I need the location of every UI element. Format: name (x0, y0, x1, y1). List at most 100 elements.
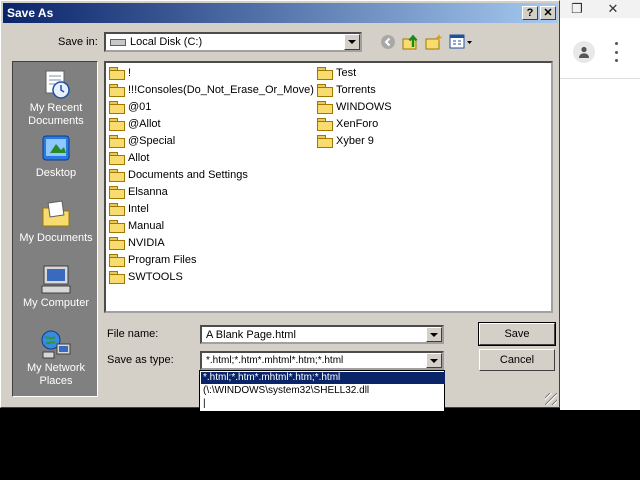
folder-icon (109, 254, 125, 267)
close-button[interactable]: ✕ (540, 6, 556, 20)
place-my-computer[interactable]: My Computer (13, 263, 99, 310)
folder-icon (109, 220, 125, 233)
list-item[interactable]: Manual (109, 218, 164, 234)
list-item[interactable]: SWTOOLS (109, 269, 183, 285)
save-in-combo[interactable]: Local Disk (C:) (104, 32, 362, 52)
file-name-field[interactable]: A Blank Page.html (200, 325, 444, 344)
folder-name: @01 (128, 101, 152, 113)
save-button[interactable]: Save (478, 322, 556, 346)
folder-icon (109, 237, 125, 250)
create-new-folder-button[interactable] (424, 32, 444, 52)
folder-name: Test (336, 67, 357, 79)
file-list[interactable]: ! !!!Consoles(Do_Not_Erase_Or_Move) @01 … (104, 61, 553, 313)
my-documents-icon (40, 198, 72, 230)
folder-name: Allot (128, 152, 150, 164)
folder-name: ! (128, 67, 132, 79)
list-item[interactable]: Torrents (317, 82, 376, 98)
list-item[interactable]: Program Files (109, 252, 196, 268)
folder-icon (317, 67, 333, 80)
chevron-down-icon[interactable] (426, 353, 442, 368)
folder-icon (317, 118, 333, 131)
background-browser-window: ❐ ✕ (560, 0, 640, 410)
background-titlebar: ❐ ✕ (560, 0, 640, 18)
list-item[interactable]: @Allot (109, 116, 161, 132)
folder-icon (317, 135, 333, 148)
folder-icon (317, 84, 333, 97)
place-label-line: My Computer (22, 297, 90, 309)
folder-icon (109, 84, 125, 97)
file-name-label: File name: (107, 328, 159, 340)
place-my-recent-documents[interactable]: My Recent Documents (13, 68, 99, 128)
folder-name: NVIDIA (128, 237, 165, 249)
list-item[interactable]: @01 (109, 99, 151, 115)
list-item[interactable]: Allot (109, 150, 149, 166)
list-item[interactable]: Elsanna (109, 184, 168, 200)
save-in-value: Local Disk (C:) (130, 36, 203, 48)
list-item[interactable]: Test (317, 65, 356, 81)
folder-icon (109, 271, 125, 284)
folder-name: Intel (128, 203, 149, 215)
dropdown-option[interactable]: | (201, 398, 445, 410)
folder-icon (317, 101, 333, 114)
view-menu-icon (449, 34, 472, 49)
back-arrow-icon (381, 35, 395, 49)
list-item[interactable]: XenForo (317, 116, 378, 132)
title-bar[interactable]: Save As ? ✕ (3, 3, 558, 23)
list-item[interactable]: ! (109, 65, 131, 81)
place-label-line: Places (39, 375, 73, 387)
desktop-icon (40, 133, 72, 165)
place-desktop[interactable]: Desktop (13, 133, 99, 180)
list-item[interactable]: Xyber 9 (317, 133, 374, 149)
folder-name: XenForo (336, 118, 379, 130)
save-as-dialog: Save As ? ✕ Save in: Local Disk (C:) My … (0, 0, 560, 408)
save-as-type-value: *.html;*.htm*.mhtml*.htm;*.html (206, 355, 344, 366)
more-menu-icon[interactable] (612, 42, 620, 62)
close-icon[interactable]: ✕ (600, 0, 626, 18)
save-as-type-dropdown-list[interactable]: *.html;*.htm*.mhtml*.htm;*.html (\:\WIND… (199, 370, 445, 412)
resize-grip-icon[interactable] (545, 393, 557, 405)
folder-icon (109, 135, 125, 148)
folder-name: Documents and Settings (128, 169, 248, 181)
folder-name: WINDOWS (336, 101, 392, 113)
help-button[interactable]: ? (522, 6, 538, 20)
folder-name: !!!Consoles(Do_Not_Erase_Or_Move) (128, 84, 314, 96)
file-name-value: A Blank Page.html (206, 329, 296, 341)
place-label-line: My Network (26, 362, 86, 374)
network-places-icon (40, 328, 72, 360)
folder-name: Elsanna (128, 186, 168, 198)
restore-icon[interactable]: ❐ (564, 0, 590, 18)
cancel-button[interactable]: Cancel (479, 349, 555, 371)
dropdown-option[interactable]: (\:\WINDOWS\system32\SHELL32.dll (201, 385, 445, 397)
chevron-down-icon[interactable] (426, 327, 442, 342)
place-label-line: My Documents (19, 232, 93, 244)
window-title: Save As (7, 6, 54, 20)
list-item[interactable]: Intel (109, 201, 149, 217)
list-item[interactable]: NVIDIA (109, 235, 165, 251)
list-item[interactable]: @Special (109, 133, 175, 149)
help-icon: ? (526, 6, 534, 19)
folder-icon (109, 169, 125, 182)
folder-icon (109, 152, 125, 165)
up-one-level-button[interactable] (401, 32, 421, 52)
my-computer-icon (40, 263, 72, 295)
folder-name: SWTOOLS (128, 271, 183, 283)
list-item[interactable]: WINDOWS (317, 99, 392, 115)
folder-name: @Allot (128, 118, 161, 130)
place-my-documents[interactable]: My Documents (13, 198, 99, 245)
close-icon: ✕ (543, 6, 553, 19)
place-my-network-places[interactable]: My Network Places (13, 328, 99, 388)
list-item[interactable]: Documents and Settings (109, 167, 248, 183)
folder-icon (109, 186, 125, 199)
dropdown-option[interactable]: *.html;*.htm*.mhtml*.htm;*.html (201, 372, 445, 384)
profile-avatar-icon[interactable] (573, 41, 595, 63)
back-button[interactable] (378, 32, 398, 52)
chevron-down-icon[interactable] (344, 34, 360, 50)
background-toolbar (560, 18, 640, 79)
view-menu-button[interactable] (448, 32, 474, 52)
up-folder-icon (402, 34, 418, 50)
save-as-type-combo[interactable]: *.html;*.htm*.mhtml*.htm;*.html (200, 351, 444, 370)
drive-icon (110, 39, 126, 46)
new-folder-icon (425, 34, 443, 50)
list-item[interactable]: !!!Consoles(Do_Not_Erase_Or_Move) (109, 82, 314, 98)
folder-name: Manual (128, 220, 165, 232)
